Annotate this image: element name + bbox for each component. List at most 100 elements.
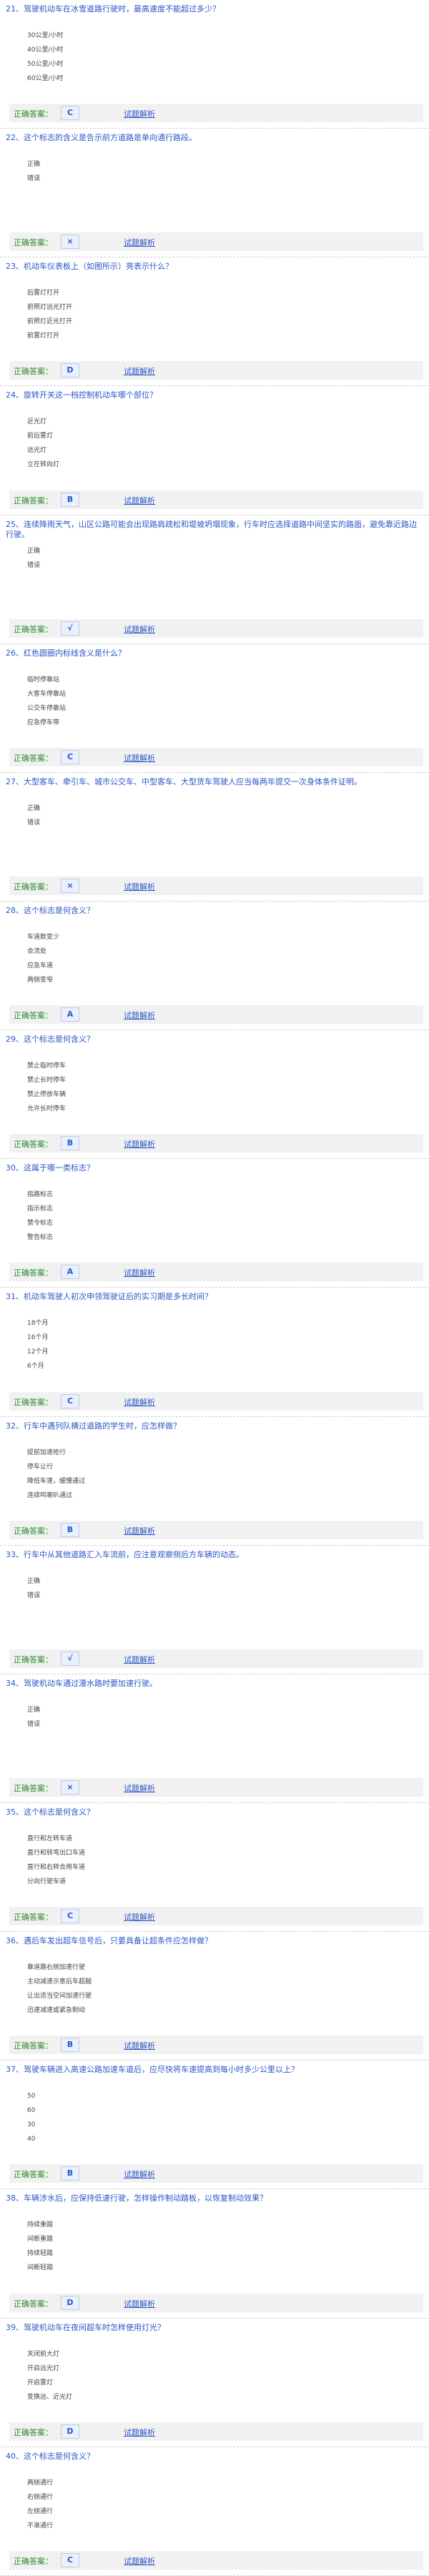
- option-item[interactable]: 直行和左转车道: [27, 1832, 85, 1846]
- option-item[interactable]: 前照灯远光打开: [27, 300, 72, 315]
- explanation-link[interactable]: 试题解析: [124, 1782, 155, 1794]
- option-item[interactable]: 左侧通行: [27, 2505, 53, 2519]
- answer-value: A: [61, 1007, 79, 1022]
- option-item[interactable]: 正确: [27, 1703, 40, 1717]
- option-item[interactable]: 错误: [27, 558, 40, 573]
- option-item[interactable]: 30: [27, 2118, 35, 2132]
- explanation-link[interactable]: 试题解析: [124, 1911, 155, 1923]
- option-item[interactable]: 警告标志: [27, 1230, 53, 1245]
- explanation-link[interactable]: 试题解析: [124, 237, 155, 248]
- option-item[interactable]: 车道数变少: [27, 930, 59, 944]
- explanation-link[interactable]: 试题解析: [124, 2168, 155, 2180]
- option-item[interactable]: 间断重踏: [27, 2232, 53, 2246]
- option-item[interactable]: 6个月: [27, 1359, 48, 1373]
- option-item[interactable]: 12个月: [27, 1345, 48, 1359]
- option-item[interactable]: 大客车停靠站: [27, 687, 66, 701]
- option-item[interactable]: 让出适当空间加速行驶: [27, 1989, 92, 2003]
- explanation-link[interactable]: 试题解析: [124, 1654, 155, 1665]
- explanation-link[interactable]: 试题解析: [124, 752, 155, 764]
- option-item[interactable]: 直行和右转合用车道: [27, 1860, 85, 1875]
- explanation-link[interactable]: 试题解析: [124, 2427, 155, 2438]
- option-item[interactable]: 两侧通行: [27, 2476, 53, 2490]
- option-item[interactable]: 停车让行: [27, 1460, 85, 1474]
- explanation-link[interactable]: 试题解析: [124, 1138, 155, 1150]
- option-item[interactable]: 靠道路右侧加速行驶: [27, 1960, 92, 1975]
- answer-value: D: [61, 363, 79, 378]
- option-item[interactable]: 禁止临时停车: [27, 1059, 66, 1073]
- option-item[interactable]: 远光灯: [27, 443, 59, 458]
- option-item[interactable]: 50: [27, 2089, 35, 2103]
- option-item[interactable]: 临时停靠站: [27, 673, 66, 687]
- option-item[interactable]: 40: [27, 2132, 35, 2146]
- option-item[interactable]: 前雾灯打开: [27, 329, 72, 343]
- explanation-link[interactable]: 试题解析: [124, 1396, 155, 1408]
- option-item[interactable]: 开启远光灯: [27, 2362, 72, 2376]
- option-item[interactable]: 变换远、近光灯: [27, 2390, 72, 2404]
- question-card: 35、这个标志是何含义？ 直行和左转车道 直行和转弯出口车道 直行和右转合用车道 分向…: [0, 1803, 429, 1933]
- explanation-link[interactable]: 试题解析: [124, 881, 155, 892]
- explanation-link[interactable]: 试题解析: [124, 1525, 155, 1536]
- option-item[interactable]: 禁止停放车辆: [27, 1087, 66, 1102]
- option-item[interactable]: 正确: [27, 1574, 40, 1589]
- option-item[interactable]: 直行和转弯出口车道: [27, 1846, 85, 1860]
- explanation-link[interactable]: 试题解析: [124, 2298, 155, 2309]
- option-item[interactable]: 迅速减速或紧急制动: [27, 2003, 92, 2018]
- option-item[interactable]: 错误: [27, 816, 40, 830]
- option-item[interactable]: 持续重踏: [27, 2218, 53, 2232]
- answer-label: 正确答案：: [14, 2170, 53, 2180]
- option-item[interactable]: 连续鸣喇叭通过: [27, 1489, 85, 1503]
- option-item[interactable]: 16个月: [27, 1331, 48, 1345]
- explanation-link[interactable]: 试题解析: [124, 2555, 155, 2567]
- option-item[interactable]: 公交车停靠站: [27, 701, 66, 716]
- option-item[interactable]: 提前加速抢行: [27, 1446, 85, 1460]
- option-item[interactable]: 40公里/小时: [27, 43, 64, 57]
- explanation-link[interactable]: 试题解析: [124, 623, 155, 635]
- option-item[interactable]: 右侧通行: [27, 2490, 53, 2505]
- option-item[interactable]: 指路标志: [27, 1188, 53, 1202]
- explanation-link[interactable]: 试题解析: [124, 2040, 155, 2051]
- option-item[interactable]: 正确: [27, 544, 40, 558]
- option-item[interactable]: 错误: [27, 1589, 40, 1603]
- option-item[interactable]: 应急车道: [27, 959, 59, 973]
- explanation-link[interactable]: 试题解析: [124, 365, 155, 377]
- option-item[interactable]: 主动减速示意后车超越: [27, 1975, 92, 1989]
- option-item[interactable]: 降低车速，缓慢通过: [27, 1474, 85, 1489]
- explanation-link[interactable]: 试题解析: [124, 108, 155, 119]
- option-item[interactable]: 立在转向灯: [27, 458, 59, 472]
- option-item[interactable]: 后雾灯打开: [27, 286, 72, 300]
- option-item[interactable]: 近光灯: [27, 415, 59, 429]
- option-item[interactable]: 禁令标志: [27, 1216, 53, 1230]
- explanation-link[interactable]: 试题解析: [124, 1267, 155, 1278]
- option-item[interactable]: 应急停车带: [27, 716, 66, 730]
- option-item[interactable]: 正确: [27, 157, 40, 172]
- answer-value: A: [61, 1265, 79, 1280]
- question-title: 35、这个标志是何含义？: [6, 1807, 94, 1817]
- option-item[interactable]: 关闭前大灯: [27, 2347, 72, 2362]
- option-item[interactable]: 前后雾灯: [27, 429, 59, 443]
- option-item[interactable]: 60公里/小时: [27, 71, 64, 86]
- option-item[interactable]: 18个月: [27, 1316, 48, 1331]
- question-card: 28、这个标志是何含义？ 车道数变少 合流处 应急车道 两侧变窄 正确答案： A 试题…: [0, 902, 429, 1031]
- option-item[interactable]: 错误: [27, 172, 40, 186]
- option-item[interactable]: 50公里/小时: [27, 57, 64, 71]
- option-item[interactable]: 持续轻踏: [27, 2246, 53, 2261]
- option-item[interactable]: 允许长时停车: [27, 1102, 66, 1116]
- option-item[interactable]: 不准通行: [27, 2519, 53, 2533]
- option-item[interactable]: 30公里/小时: [27, 29, 64, 43]
- option-item[interactable]: 两侧变窄: [27, 973, 59, 987]
- option-item[interactable]: 60: [27, 2103, 35, 2118]
- option-item[interactable]: 开启雾灯: [27, 2376, 72, 2390]
- question-card: 27、大型客车、牵引车、城市公交车、中型客车、大型货车驾驶人应当每两年提交一次身…: [0, 773, 429, 902]
- option-item[interactable]: 合流处: [27, 944, 59, 959]
- explanation-link[interactable]: 试题解析: [124, 1010, 155, 1021]
- explanation-link[interactable]: 试题解析: [124, 495, 155, 506]
- option-item[interactable]: 禁止长时停车: [27, 1073, 66, 1087]
- option-item[interactable]: 分向行驶车道: [27, 1875, 85, 1889]
- answer-value: C: [61, 106, 79, 121]
- option-item[interactable]: 错误: [27, 1717, 40, 1732]
- option-item[interactable]: 指示标志: [27, 1202, 53, 1216]
- option-item[interactable]: 正确: [27, 801, 40, 816]
- answer-value: ×: [61, 235, 79, 250]
- option-item[interactable]: 间断轻踏: [27, 2261, 53, 2275]
- option-item[interactable]: 前照灯近光打开: [27, 315, 72, 329]
